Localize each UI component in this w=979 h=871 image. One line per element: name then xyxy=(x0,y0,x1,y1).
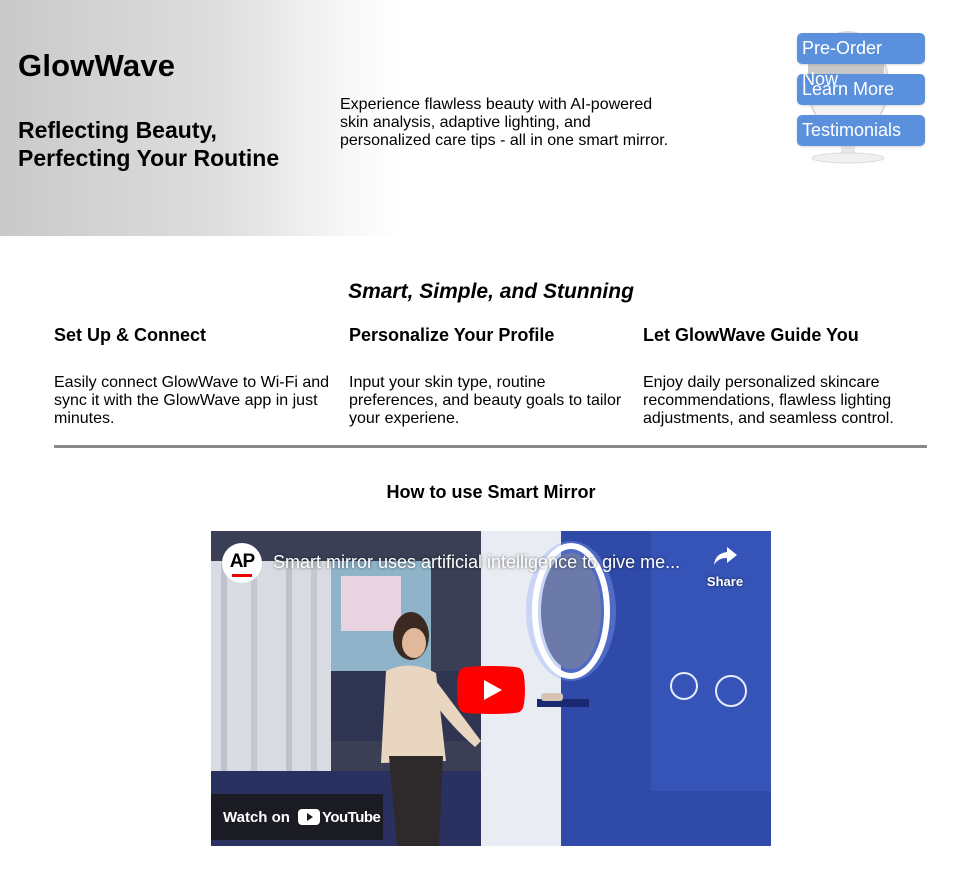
learn-more-button[interactable]: Learn More xyxy=(797,74,925,105)
share-button[interactable]: Share xyxy=(705,545,745,589)
hero-description: Experience flawless beauty with AI-power… xyxy=(340,96,669,149)
step-title: Let GlowWave Guide You xyxy=(643,325,859,345)
step-card-guide: Let GlowWave Guide You Enjoy daily perso… xyxy=(643,324,928,428)
step-text: Enjoy daily personalized skincare recomm… xyxy=(643,374,894,427)
video-title-link[interactable]: Smart mirror uses artificial intelligenc… xyxy=(273,552,693,573)
hero-section: GlowWave Reflecting Beauty, Perfecting Y… xyxy=(0,0,979,236)
video-section-title: How to use Smart Mirror xyxy=(386,482,596,502)
step-text: Easily connect GlowWave to Wi-Fi and syn… xyxy=(54,374,330,427)
play-button-icon[interactable] xyxy=(457,666,525,714)
step-title: Personalize Your Profile xyxy=(349,325,555,345)
youtube-play-icon xyxy=(297,809,320,825)
hero-tagline: Reflecting Beauty, Perfecting Your Routi… xyxy=(18,116,338,172)
cta-button-group: Pre-Order Now Learn More Testimonials xyxy=(797,33,925,156)
steps-section: Set Up & Connect Easily connect GlowWave… xyxy=(54,324,927,434)
step-title: Set Up & Connect xyxy=(54,325,207,345)
step-card-setup: Set Up & Connect Easily connect GlowWave… xyxy=(54,324,339,428)
watch-on-youtube-button[interactable]: Watch on YouTube xyxy=(211,794,383,840)
youtube-logo: YouTube xyxy=(297,808,381,826)
watch-on-label: Watch on xyxy=(223,808,290,826)
step-card-personalize: Personalize Your Profile Input your skin… xyxy=(349,324,634,428)
tagline-line-2: Perfecting Your Routine xyxy=(18,145,280,171)
brand-title: GlowWave xyxy=(18,48,176,83)
channel-logo-accent xyxy=(232,574,252,577)
youtube-wordmark: YouTube xyxy=(321,808,381,826)
step-text: Input your skin type, routine preference… xyxy=(349,374,622,427)
channel-logo-text: AP xyxy=(229,551,255,572)
section-divider xyxy=(54,445,927,448)
tagline-line-1: Reflecting Beauty, xyxy=(18,117,217,143)
youtube-video-embed[interactable]: AP Smart mirror uses artificial intellig… xyxy=(211,531,771,846)
pre-order-button[interactable]: Pre-Order Now xyxy=(797,33,925,89)
share-label: Share xyxy=(706,574,744,589)
share-arrow-icon xyxy=(714,547,737,565)
steps-section-title: Smart, Simple, and Stunning xyxy=(348,280,634,303)
testimonials-button[interactable]: Testimonials xyxy=(797,115,925,146)
channel-logo[interactable]: AP xyxy=(222,543,262,583)
